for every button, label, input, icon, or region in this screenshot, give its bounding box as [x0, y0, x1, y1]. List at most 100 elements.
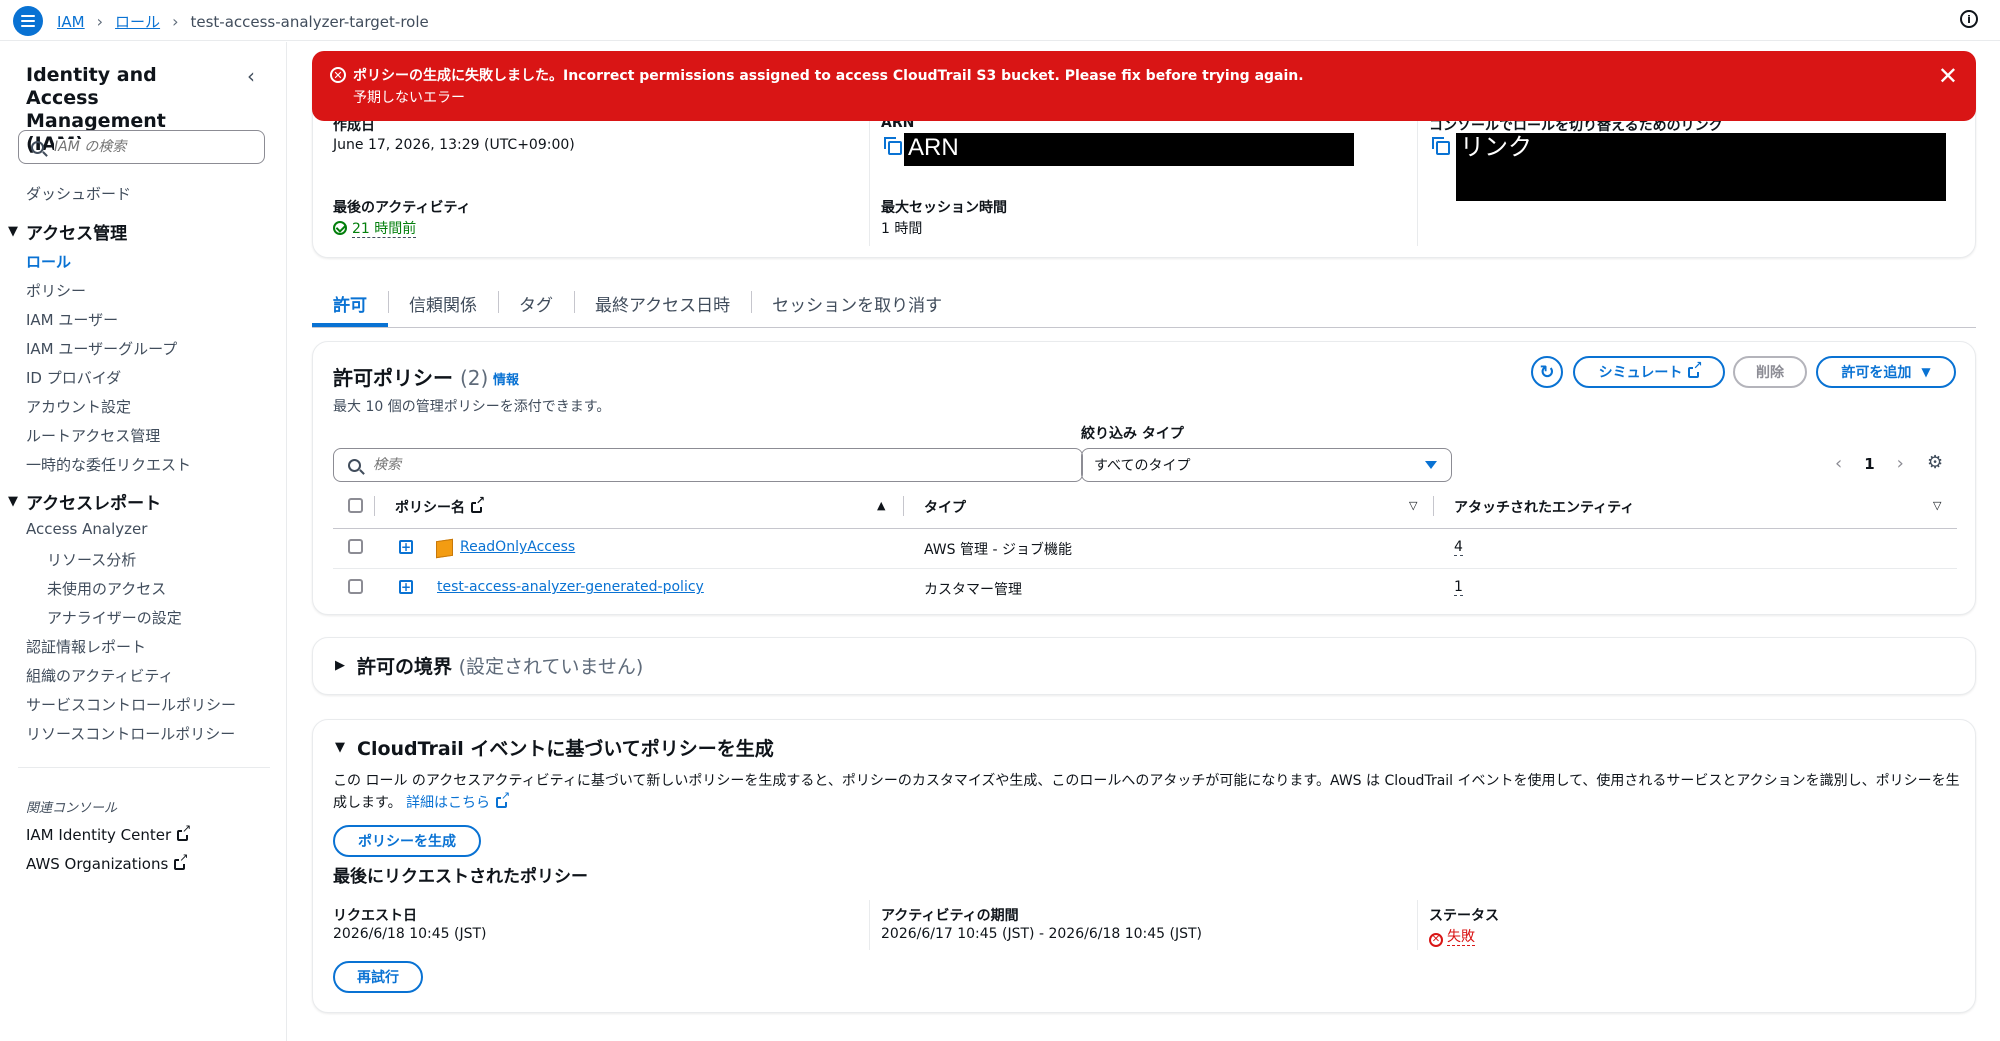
simulate-button[interactable]: シミュレート — [1573, 356, 1725, 388]
sidebar-item-credential-report[interactable]: 認証情報レポート — [26, 636, 146, 657]
breadcrumb-roles[interactable]: ロール — [115, 11, 160, 32]
last-requested-policy-heading: 最後にリクエストされたポリシー — [333, 867, 588, 887]
retry-button[interactable]: 再試行 — [333, 961, 423, 993]
error-flashbar: ✕ ポリシーの生成に失敗しました。Incorrect permissions a… — [312, 51, 1976, 121]
search-icon — [348, 458, 361, 472]
close-icon[interactable]: ✕ — [1938, 62, 1958, 90]
page-number[interactable]: 1 — [1864, 455, 1874, 473]
sidebar-item-analyzer-settings[interactable]: アナライザーの設定 — [47, 607, 182, 628]
sidebar-item-access-analyzer[interactable]: Access Analyzer — [26, 520, 147, 538]
sidebar-item-org-activity[interactable]: 組織のアクティビティ — [26, 665, 173, 686]
cloudtrail-description: この ロール のアクセスアクティビティに基づいて新しいポリシーを生成すると、ポリ… — [333, 770, 1969, 814]
sidebar-item-delegation-requests[interactable]: 一時的な委任リクエスト — [26, 454, 191, 475]
attached-entities-count[interactable]: 1 — [1454, 579, 1463, 596]
learn-more-link[interactable]: 詳細はこちら — [406, 790, 511, 811]
gear-icon[interactable]: ⚙ — [1927, 452, 1943, 473]
error-icon: ✕ — [1429, 933, 1443, 947]
breadcrumb-iam[interactable]: IAM — [57, 13, 85, 31]
sidebar-divider — [18, 767, 270, 768]
header-divider — [333, 528, 1957, 529]
sidebar-item-users[interactable]: IAM ユーザー — [26, 309, 118, 330]
sidebar-item-rcp[interactable]: リソースコントロールポリシー — [26, 723, 235, 744]
info-icon[interactable]: i — [1960, 10, 1978, 28]
refresh-button[interactable]: ↻ — [1531, 356, 1563, 388]
role-tabs: 許可 信頼関係 タグ 最終アクセス日時 セッションを取り消す — [312, 288, 1976, 328]
policy-search-input[interactable] — [373, 457, 545, 473]
info-link[interactable]: 情報 — [493, 369, 519, 388]
policies-description: 最大 10 個の管理ポリシーを添付できます。 — [333, 399, 611, 415]
breadcrumb: IAM › ロール › test-access-analyzer-target-… — [57, 11, 429, 32]
cloudtrail-policy-generation-card: ▼ CloudTrail イベントに基づいてポリシーを生成 この ロール のアク… — [312, 719, 1976, 1013]
pagination: ‹ 1 › — [1835, 453, 1904, 474]
request-date-label: リクエスト日 — [333, 908, 417, 924]
tab-last-accessed[interactable]: 最終アクセス日時 — [574, 288, 751, 326]
copy-icon[interactable] — [884, 137, 902, 155]
sidebar-search-input[interactable] — [54, 139, 244, 155]
generate-policy-button[interactable]: ポリシーを生成 — [333, 825, 481, 857]
sidebar-item-policies[interactable]: ポリシー — [26, 280, 86, 301]
sidebar-item-resource-analysis[interactable]: リソース分析 — [47, 549, 136, 570]
add-permissions-button[interactable]: 許可を追加 ▼ — [1816, 356, 1956, 388]
column-divider — [903, 496, 904, 516]
activity-period-label: アクティビティの期間 — [881, 908, 1019, 924]
permissions-boundary-heading[interactable]: ▶ 許可の境界 (設定されていません) — [335, 652, 643, 679]
delete-button[interactable]: 削除 — [1733, 356, 1807, 388]
policy-search[interactable] — [333, 448, 1083, 482]
sidebar-item-user-groups[interactable]: IAM ユーザーグループ — [26, 338, 177, 359]
tab-tags[interactable]: タグ — [498, 288, 574, 326]
caret-down-icon — [1425, 461, 1437, 469]
sidebar-item-dashboard[interactable]: ダッシュボード — [26, 183, 131, 204]
sidebar-item-identity-center[interactable]: IAM Identity Center — [26, 823, 192, 844]
sidebar-item-root-access[interactable]: ルートアクセス管理 — [26, 425, 160, 446]
tab-permissions[interactable]: 許可 — [312, 288, 388, 327]
chevron-left-icon[interactable]: ‹ — [247, 64, 255, 88]
sort-ascending-icon[interactable]: ▲ — [877, 499, 885, 512]
sidebar-item-roles[interactable]: ロール — [26, 251, 71, 272]
external-link-icon — [1688, 359, 1703, 378]
sidebar-item-unused-access[interactable]: 未使用のアクセス — [47, 578, 166, 599]
permissions-policies-card: 許可ポリシー (2) 情報 最大 10 個の管理ポリシーを添付できます。 ↻ シ… — [312, 341, 1976, 615]
column-header-attached-entities[interactable]: アタッチされたエンティティ — [1454, 497, 1634, 517]
refresh-icon: ↻ — [1539, 361, 1555, 383]
caret-right-icon: ▶ — [335, 658, 345, 673]
sidebar-item-organizations[interactable]: AWS Organizations — [26, 852, 189, 873]
row-checkbox[interactable] — [348, 579, 363, 594]
select-all-checkbox[interactable] — [348, 498, 363, 513]
check-circle-icon — [333, 221, 347, 235]
activity-period-value: 2026/6/17 10:45 (JST) - 2026/6/18 10:45 … — [881, 926, 1202, 942]
last-activity-label: 最後のアクティビティ — [333, 200, 471, 216]
expand-icon[interactable]: + — [399, 540, 413, 554]
switch-role-link-redacted[interactable]: リンク — [1456, 133, 1946, 201]
sidebar-search[interactable] — [18, 130, 265, 164]
permissions-boundary-card[interactable]: ▶ 許可の境界 (設定されていません) — [312, 637, 1976, 695]
policy-link[interactable]: test-access-analyzer-generated-policy — [437, 579, 704, 595]
cloudtrail-heading[interactable]: ▼ CloudTrail イベントに基づいてポリシーを生成 — [335, 734, 774, 761]
sidebar: Identity and Access Management (IAM) ‹ ダ… — [0, 42, 287, 1041]
copy-icon[interactable] — [1432, 137, 1450, 155]
row-checkbox[interactable] — [348, 539, 363, 554]
policy-link[interactable]: ReadOnlyAccess — [460, 539, 575, 555]
sort-icon[interactable]: ▽ — [1933, 499, 1941, 512]
attached-entities-count[interactable]: 4 — [1454, 539, 1463, 556]
top-navigation-bar: IAM › ロール › test-access-analyzer-target-… — [0, 0, 2000, 41]
tab-revoke-sessions[interactable]: セッションを取り消す — [751, 288, 963, 326]
error-subtitle: 予期しないエラー — [353, 90, 465, 106]
sidebar-item-scp[interactable]: サービスコントロールポリシー — [26, 694, 236, 715]
max-session-label: 最大セッション時間 — [881, 200, 1007, 216]
sidebar-section-access-reports[interactable]: ▼ アクセスレポート — [8, 489, 161, 514]
sort-icon[interactable]: ▽ — [1409, 499, 1417, 512]
filter-type-select[interactable]: すべてのタイプ — [1081, 448, 1452, 482]
sidebar-item-account-settings[interactable]: アカウント設定 — [26, 396, 131, 417]
tab-trust-relationships[interactable]: 信頼関係 — [388, 288, 498, 326]
chevron-right-icon: › — [172, 12, 179, 31]
policies-heading: 許可ポリシー (2) — [333, 366, 489, 390]
sidebar-item-identity-providers[interactable]: ID プロバイダ — [26, 367, 121, 388]
column-header-policy-name[interactable]: ポリシー名 — [395, 495, 485, 517]
sidebar-section-access-management[interactable]: ▼ アクセス管理 — [8, 219, 127, 244]
menu-icon[interactable] — [13, 6, 43, 36]
expand-icon[interactable]: + — [399, 580, 413, 594]
chevron-left-icon[interactable]: ‹ — [1835, 453, 1842, 474]
external-link-icon — [174, 852, 189, 870]
column-header-type[interactable]: タイプ — [924, 497, 966, 517]
chevron-right-icon[interactable]: › — [1897, 453, 1904, 474]
